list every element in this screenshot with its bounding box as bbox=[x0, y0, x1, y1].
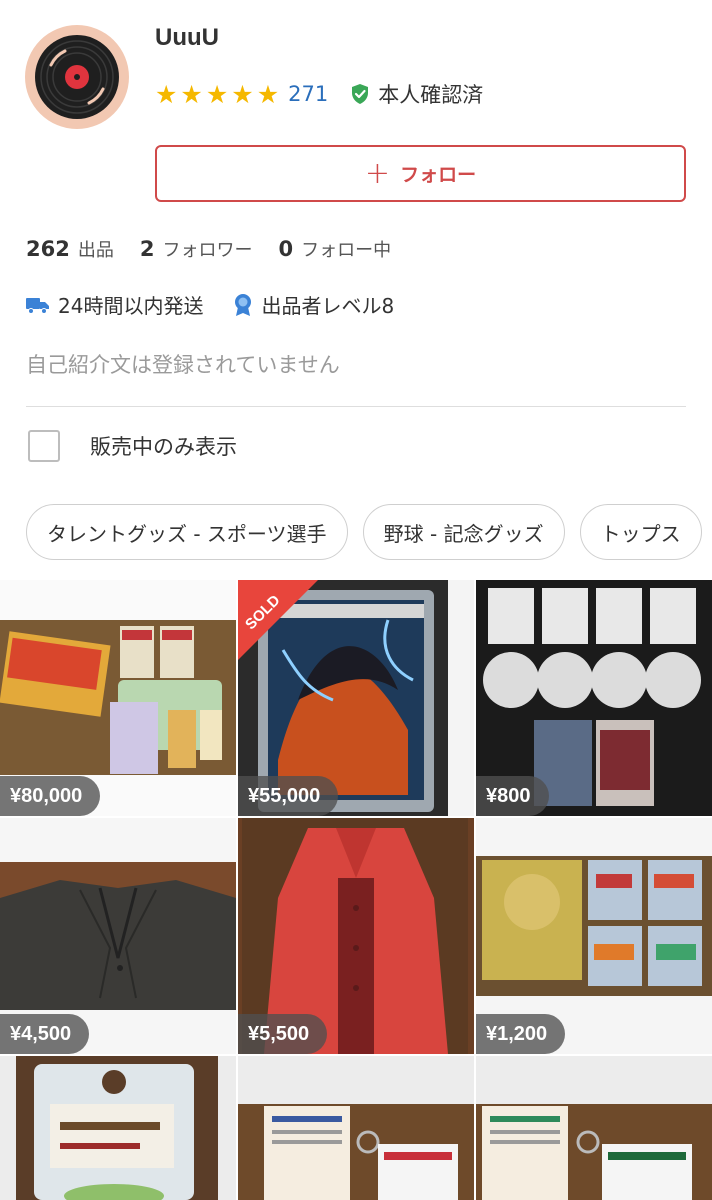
badge-shipping: 24時間以内発送 bbox=[26, 290, 203, 319]
stat-listings[interactable]: 262 出品 bbox=[26, 236, 114, 262]
star-icon: ★ bbox=[205, 79, 229, 109]
shield-check-icon bbox=[352, 84, 369, 104]
item-card[interactable]: ¥1,200 bbox=[476, 818, 712, 1054]
verified-badge: 本人確認済 bbox=[350, 79, 483, 109]
stat-number: 2 bbox=[139, 237, 155, 261]
item-photo bbox=[238, 1056, 474, 1200]
item-price: ¥80,000 bbox=[0, 776, 101, 816]
stat-number: 0 bbox=[278, 237, 294, 261]
divider bbox=[26, 406, 686, 407]
follow-button[interactable]: + フォロー bbox=[155, 145, 686, 202]
item-card[interactable]: ¥800 bbox=[476, 580, 712, 816]
stat-following[interactable]: 0 フォロー中 bbox=[278, 236, 391, 262]
badge-level: 出品者レベル8 bbox=[233, 290, 394, 319]
item-card[interactable]: ¥5,500 bbox=[238, 818, 474, 1054]
item-price: ¥800 bbox=[476, 776, 549, 816]
badge-label: 出品者レベル8 bbox=[261, 294, 395, 318]
item-card[interactable]: ¥4,500 bbox=[0, 818, 236, 1054]
star-icon: ★ bbox=[155, 79, 178, 109]
filter-label: 販売中のみ表示 bbox=[90, 435, 237, 459]
avatar bbox=[25, 25, 129, 129]
item-price: ¥5,500 bbox=[238, 1014, 328, 1054]
star-icon: ★ bbox=[231, 79, 254, 109]
follow-label: フォロー bbox=[400, 164, 477, 186]
item-card[interactable] bbox=[238, 1056, 474, 1200]
item-card[interactable] bbox=[0, 1056, 236, 1200]
item-price: ¥55,000 bbox=[238, 776, 339, 816]
stat-followers[interactable]: 2 フォロワー bbox=[140, 236, 253, 262]
profile-stats: 262 出品 2 フォロワー 0 フォロー中 bbox=[26, 236, 417, 262]
truck-icon bbox=[26, 297, 49, 314]
item-card[interactable]: ¥80,000 bbox=[0, 580, 236, 816]
item-photo bbox=[0, 1056, 236, 1200]
rating-count[interactable]: 271 bbox=[288, 82, 328, 106]
vinyl-record-icon bbox=[35, 35, 119, 119]
item-photo bbox=[476, 1056, 712, 1200]
category-chip[interactable]: タレントグッズ - スポーツ選手 bbox=[26, 504, 348, 560]
stat-number: 262 bbox=[26, 237, 70, 261]
on-sale-filter[interactable]: 販売中のみ表示 bbox=[28, 430, 237, 462]
stat-label: フォロー中 bbox=[301, 240, 392, 261]
stat-label: フォロワー bbox=[162, 240, 253, 261]
star-rating: ★ ★ ★ ★ ★ bbox=[155, 82, 282, 107]
on-sale-checkbox[interactable] bbox=[28, 430, 60, 462]
star-icon: ★ bbox=[256, 79, 280, 109]
category-chips[interactable]: タレントグッズ - スポーツ選手 野球 - 記念グッズ トップス bbox=[26, 504, 712, 562]
medal-icon bbox=[235, 293, 252, 316]
category-chip[interactable]: トップス bbox=[579, 504, 702, 560]
stat-label: 出品 bbox=[77, 240, 114, 261]
rating-row[interactable]: ★ ★ ★ ★ ★ 271 本人確認済 bbox=[155, 80, 483, 108]
item-card[interactable] bbox=[476, 1056, 712, 1200]
bio-text: 自己紹介文は登録されていません bbox=[26, 353, 340, 377]
username: UuuU bbox=[155, 24, 219, 51]
plus-icon: + bbox=[364, 155, 391, 191]
star-icon: ★ bbox=[180, 79, 203, 109]
verified-label: 本人確認済 bbox=[378, 83, 484, 107]
badge-label: 24時間以内発送 bbox=[58, 294, 204, 318]
item-price: ¥4,500 bbox=[0, 1014, 90, 1054]
item-card[interactable]: SOLD ¥55,000 bbox=[238, 580, 474, 816]
item-price: ¥1,200 bbox=[476, 1014, 566, 1054]
category-chip[interactable]: 野球 - 記念グッズ bbox=[362, 504, 565, 560]
seller-badges: 24時間以内発送 出品者レベル8 bbox=[26, 290, 424, 319]
